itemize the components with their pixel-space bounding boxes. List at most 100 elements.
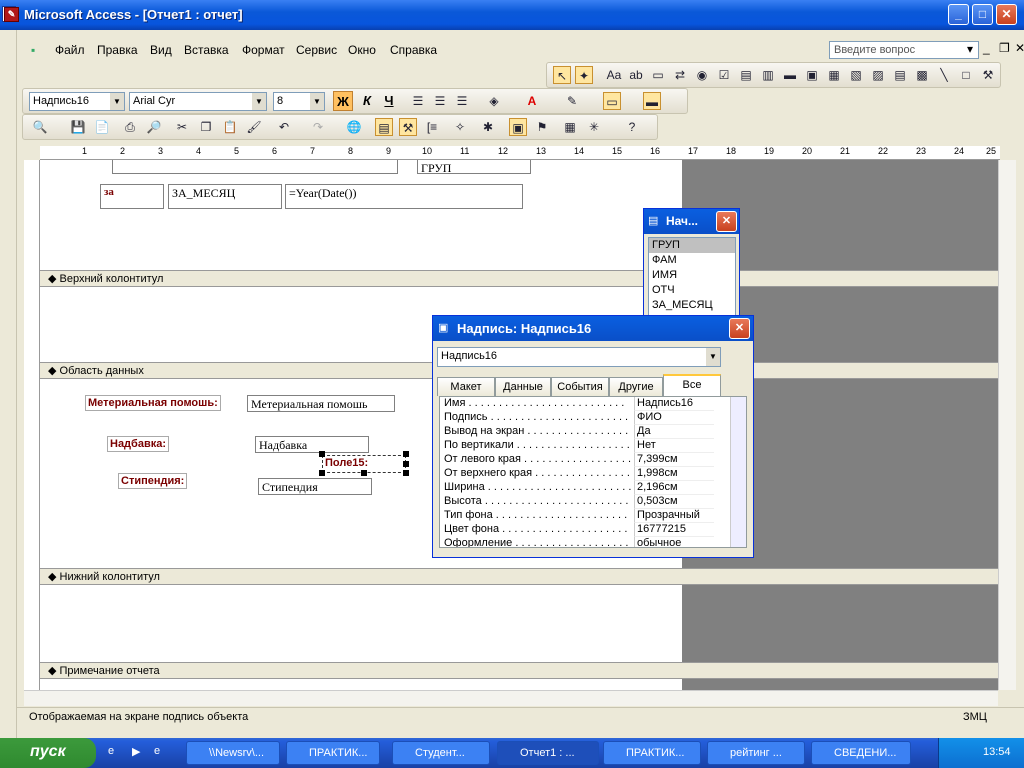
maximize-button[interactable]: □ — [972, 4, 993, 25]
label-tool-icon[interactable]: Aa — [605, 66, 623, 84]
resize-handle[interactable] — [403, 451, 409, 457]
format-painter-icon[interactable]: 🖌 — [245, 118, 263, 136]
select-objects-icon[interactable]: ↖ — [553, 66, 571, 84]
property-row[interactable]: Подпись . . . . . . . . . . . . . . . . … — [440, 411, 730, 425]
ruler-corner[interactable] — [24, 146, 40, 160]
property-row[interactable]: Вывод на экран . . . . . . . . . . . . .… — [440, 425, 730, 439]
builder-icon[interactable]: ⚑ — [533, 118, 551, 136]
chevron-down-icon[interactable]: ▼ — [706, 348, 720, 366]
button-tool-icon[interactable]: ▬ — [781, 66, 799, 84]
combo-tool-icon[interactable]: ▤ — [737, 66, 755, 84]
field-list-close-button[interactable]: ✕ — [716, 211, 737, 232]
field-item[interactable]: ЗА_МЕСЯЦ — [649, 298, 735, 313]
resize-handle[interactable] — [403, 470, 409, 476]
align-right-icon[interactable]: ☰ — [453, 92, 471, 110]
font-size-select[interactable]: 8 ▼ — [273, 92, 325, 111]
paste-icon[interactable]: 📋 — [221, 118, 239, 136]
field-item[interactable]: ГРУП — [649, 238, 735, 253]
field-item[interactable]: ИМЯ — [649, 268, 735, 283]
menu-insert[interactable]: Вставка — [184, 43, 229, 57]
dropdown-arrow-icon[interactable]: ▾ — [967, 42, 973, 56]
align-center-icon[interactable]: ☰ — [431, 92, 449, 110]
preview-icon[interactable]: 🔎 — [145, 118, 163, 136]
autoformat-icon[interactable]: ✧ — [451, 118, 469, 136]
bonus-label[interactable]: Надбавка: — [107, 436, 170, 452]
undo-icon[interactable]: ↶ — [275, 118, 293, 136]
hyperlink-icon[interactable]: 🌐 — [345, 118, 363, 136]
font-select[interactable]: Arial Cyr ▼ — [129, 92, 267, 111]
field-list-icon[interactable]: ▤ — [375, 118, 393, 136]
student-group-label[interactable] — [112, 160, 398, 174]
aid-label[interactable]: Метериальная помошь: — [85, 395, 221, 411]
stipend-field[interactable]: Стипендия — [258, 478, 372, 495]
sorting-icon[interactable]: [≡ — [423, 118, 441, 136]
property-row[interactable]: Цвет фона . . . . . . . . . . . . . . . … — [440, 523, 730, 537]
underline-button[interactable]: Ч — [379, 91, 399, 111]
resize-handle[interactable] — [361, 470, 367, 476]
font-color-icon[interactable]: A — [523, 92, 541, 110]
grup-field[interactable]: ГРУП — [417, 160, 531, 174]
chevron-down-icon[interactable]: ▼ — [310, 93, 324, 110]
property-row[interactable]: Высота . . . . . . . . . . . . . . . . .… — [440, 495, 730, 509]
frame-tool-icon[interactable]: ▦ — [825, 66, 843, 84]
resize-handle[interactable] — [319, 470, 325, 476]
wizard-icon[interactable]: ✦ — [575, 66, 593, 84]
menu-tools[interactable]: Сервис — [296, 43, 337, 57]
doc-minimize-button[interactable]: _ — [983, 41, 990, 55]
minimize-button[interactable]: _ — [948, 4, 969, 25]
cut-icon[interactable]: ✂ — [173, 118, 191, 136]
aid-field[interactable]: Метериальная помошь — [247, 395, 395, 412]
doc-close-button[interactable]: ✕ — [1015, 41, 1024, 55]
task-button[interactable]: ПРАКТИК... — [286, 741, 380, 765]
more-controls-icon[interactable]: ⚒ — [979, 66, 997, 84]
fill-color-icon[interactable]: ◈ — [485, 92, 503, 110]
chevron-down-icon[interactable]: ▼ — [110, 93, 124, 110]
page-header-section[interactable]: ◆ Верхний колонтитул — [40, 270, 998, 287]
tab-other[interactable]: Другие — [609, 377, 663, 396]
checkbox-tool-icon[interactable]: ☑ — [715, 66, 733, 84]
copy-icon[interactable]: ❐ — [197, 118, 215, 136]
menu-window[interactable]: Окно — [348, 43, 376, 57]
toolbox-icon[interactable]: ⚒ — [399, 118, 417, 136]
save-icon[interactable]: 💾 — [69, 118, 87, 136]
code-icon[interactable]: ✱ — [479, 118, 497, 136]
resize-handle[interactable] — [319, 451, 325, 457]
task-button[interactable]: \\Newsrv\... — [186, 741, 280, 765]
tab-data[interactable]: Данные — [495, 377, 551, 396]
browser-icon[interactable]: e — [154, 745, 160, 757]
group-tool-icon[interactable]: ▭ — [649, 66, 667, 84]
property-row[interactable]: Тип фона . . . . . . . . . . . . . . . .… — [440, 509, 730, 523]
menu-file[interactable]: Файл — [55, 43, 85, 57]
za-label[interactable]: за — [100, 184, 164, 209]
textbox-tool-icon[interactable]: ab — [627, 66, 645, 84]
toggle-tool-icon[interactable]: ⇄ — [671, 66, 689, 84]
task-button[interactable]: рейтинг ... — [707, 741, 805, 765]
close-button[interactable]: ✕ — [996, 4, 1017, 25]
new-object-icon[interactable]: ✳ — [585, 118, 603, 136]
menu-format[interactable]: Формат — [242, 43, 285, 57]
vertical-scrollbar[interactable] — [998, 160, 1016, 690]
access-icon[interactable]: ✎ — [4, 7, 19, 22]
italic-button[interactable]: К — [357, 91, 377, 111]
menu-edit[interactable]: Правка — [97, 43, 138, 57]
page-break-tool-icon[interactable]: ▨ — [869, 66, 887, 84]
horizontal-scrollbar[interactable] — [24, 690, 998, 706]
doc-restore-button[interactable]: ❐ — [999, 41, 1010, 55]
subform-tool-icon[interactable]: ▩ — [913, 66, 931, 84]
task-button[interactable]: Студент... — [392, 741, 490, 765]
redo-icon[interactable]: ↷ — [309, 118, 327, 136]
list-tool-icon[interactable]: ▥ — [759, 66, 777, 84]
special-effect-icon[interactable]: ▬ — [643, 92, 661, 110]
line-tool-icon[interactable]: ╲ — [935, 66, 953, 84]
bonus-field[interactable]: Надбавка — [255, 436, 369, 453]
field-item[interactable]: ОТЧ — [649, 283, 735, 298]
rectangle-tool-icon[interactable]: □ — [957, 66, 975, 84]
properties-scrollbar[interactable] — [730, 397, 746, 547]
tab-layout[interactable]: Макет — [437, 377, 495, 396]
property-row[interactable]: От верхнего края . . . . . . . . . . . .… — [440, 467, 730, 481]
database-window-icon[interactable]: ▦ — [561, 118, 579, 136]
field-item[interactable]: ФАМ — [649, 253, 735, 268]
property-row[interactable]: От левого края . . . . . . . . . . . . .… — [440, 453, 730, 467]
year-expression-field[interactable]: =Year(Date()) — [285, 184, 523, 209]
ask-question-input[interactable]: Введите вопрос — [829, 41, 979, 59]
